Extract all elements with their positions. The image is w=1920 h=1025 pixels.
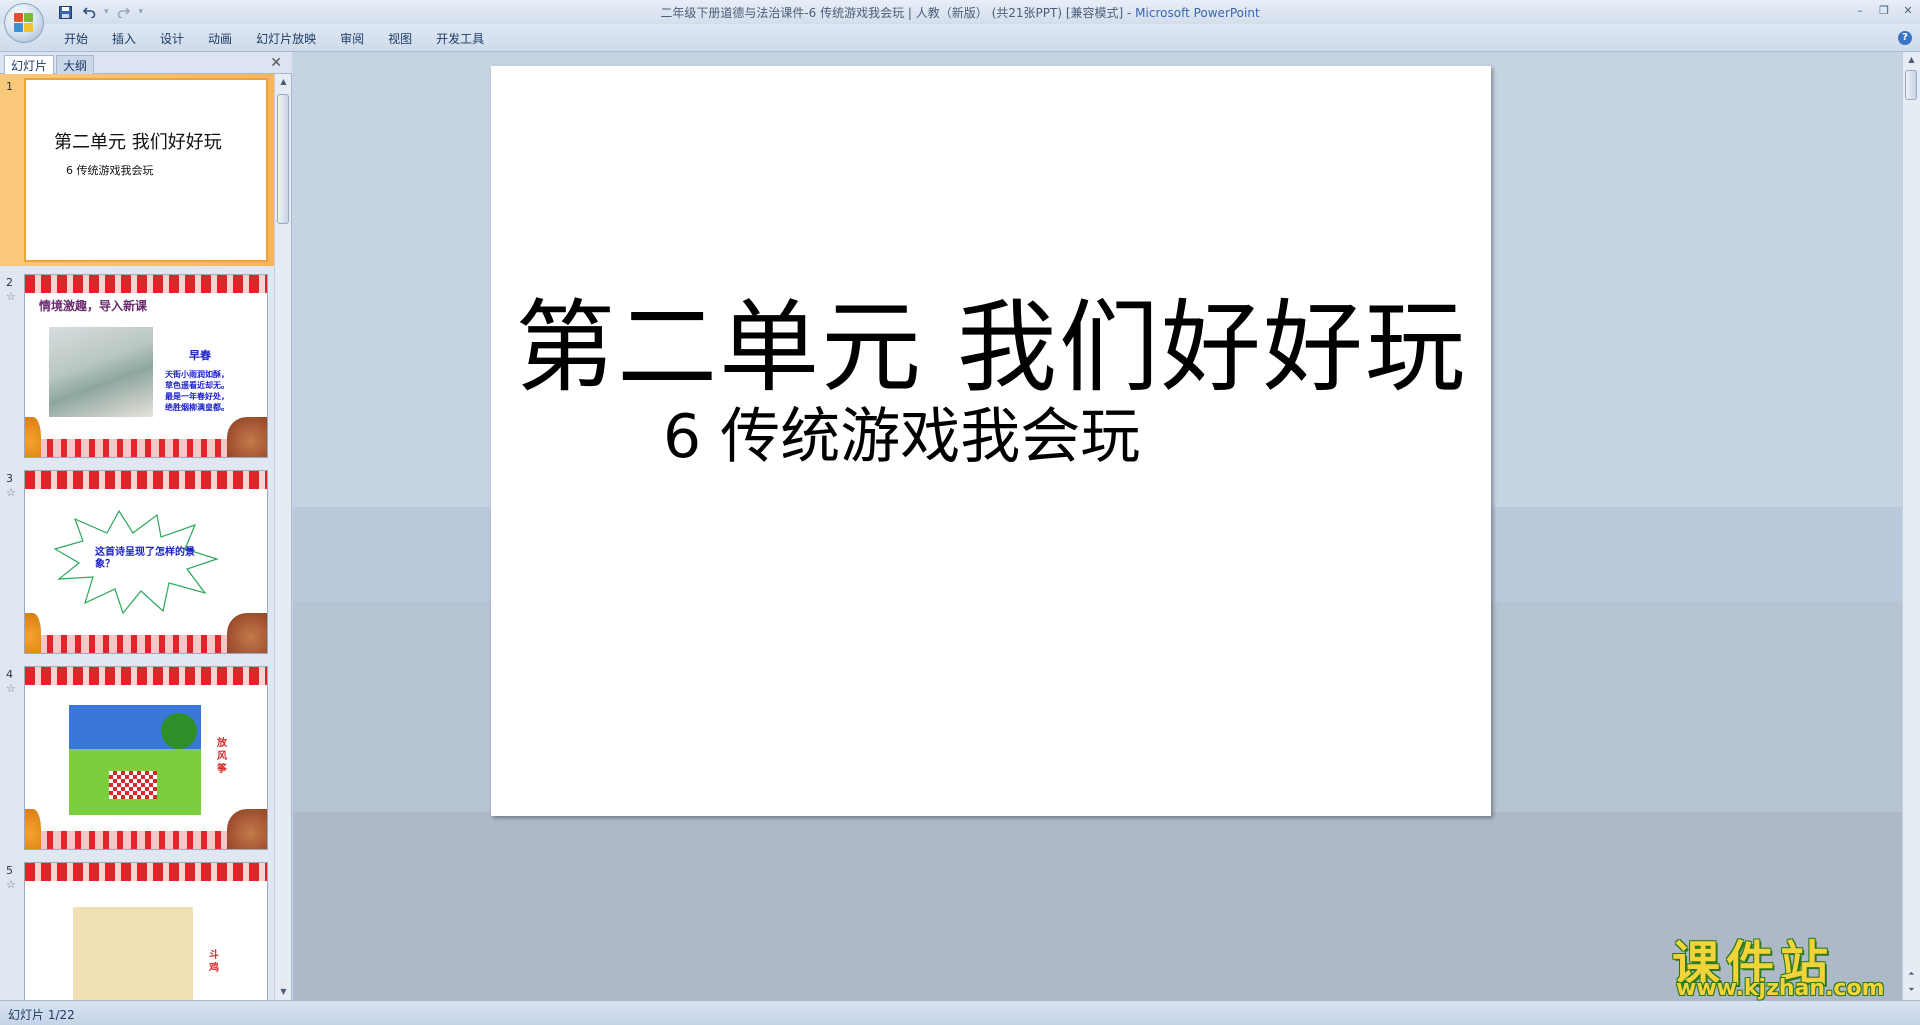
tab-home[interactable]: 开始	[52, 29, 100, 48]
slide-thumbnail-5[interactable]: 5 ☆ 斗鸡	[0, 858, 274, 1000]
panel-tabs: 幻灯片 大纲 ✕	[0, 52, 292, 74]
office-button[interactable]	[4, 3, 44, 43]
thumb-title: 情境激趣，导入新课	[39, 299, 148, 313]
next-slide-icon[interactable]: ⏷	[1903, 982, 1920, 998]
thumb-label: 斗鸡	[209, 950, 219, 974]
tab-slides[interactable]: 幻灯片	[4, 55, 55, 74]
slide-preview: 第二单元 我们好好玩 6 传统游戏我会玩	[24, 78, 268, 262]
help-icon[interactable]: ?	[1898, 31, 1912, 45]
slide-counter: 幻灯片 1/22	[8, 1008, 75, 1022]
tab-developer[interactable]: 开发工具	[424, 29, 496, 48]
animation-star-icon: ☆	[6, 878, 16, 891]
poem-line: 天街小雨润如酥，	[165, 370, 229, 379]
current-slide[interactable]: 第二单元 我们好好玩 6 传统游戏我会玩	[491, 66, 1491, 816]
decorative-corner-image	[227, 613, 267, 653]
slide-number: 1	[6, 80, 13, 93]
window-controls: – ❐ ✕	[1848, 0, 1920, 20]
window-title-doc: 二年级下册道德与法治课件-6 传统游戏我会玩 | 人教（新版） (共21张PPT…	[660, 6, 1136, 20]
slide-preview: 情境激趣，导入新课 早春 天街小雨润如酥， 草色遥看近却无。 最是一年春好处， …	[24, 274, 268, 458]
panel-close-icon[interactable]: ✕	[270, 55, 282, 71]
thumb-title: 第二单元 我们好好玩	[54, 132, 222, 153]
close-button[interactable]: ✕	[1896, 0, 1920, 20]
slide-thumbnails: 1 第二单元 我们好好玩 6 传统游戏我会玩 2 ☆ 情境激趣，导入新课 早春 …	[0, 74, 274, 1000]
minimize-button[interactable]: –	[1848, 0, 1872, 20]
tab-design[interactable]: 设计	[148, 29, 196, 48]
slides-panel: 幻灯片 大纲 ✕ 1 第二单元 我们好好玩 6 传统游戏我会玩 2 ☆ 情境激趣…	[0, 52, 292, 1000]
landscape-painting-image	[49, 327, 153, 417]
decorative-border-top	[25, 275, 267, 293]
decorative-border-top	[25, 667, 267, 685]
tab-review[interactable]: 审阅	[328, 29, 376, 48]
children-game-image	[73, 907, 193, 1000]
tab-outline[interactable]: 大纲	[56, 55, 95, 74]
slide-number: 5	[6, 864, 13, 877]
slides-panel-scrollbar[interactable]: ▲ ▼	[274, 74, 291, 1000]
animation-star-icon: ☆	[6, 682, 16, 695]
tab-insert[interactable]: 插入	[100, 29, 148, 48]
ribbon-tab-bar: 开始 插入 设计 动画 幻灯片放映 审阅 视图 开发工具 ?	[0, 24, 1920, 52]
poem-text: 天街小雨润如酥， 草色遥看近却无。 最是一年春好处， 绝胜烟柳满皇都。	[165, 369, 245, 413]
tab-animations[interactable]: 动画	[196, 29, 244, 48]
slide-editor: 第二单元 我们好好玩 6 传统游戏我会玩	[293, 52, 1902, 1000]
slide-preview: 放风筝	[24, 666, 268, 850]
scrollbar-thumb[interactable]	[277, 94, 289, 224]
thumb-label: 放风筝	[217, 738, 227, 775]
title-bar: ▾ ▾ 二年级下册道德与法治课件-6 传统游戏我会玩 | 人教（新版） (共21…	[0, 0, 1920, 43]
animation-star-icon: ☆	[6, 290, 16, 303]
slide-thumbnail-2[interactable]: 2 ☆ 情境激趣，导入新课 早春 天街小雨润如酥， 草色遥看近却无。 最是一年春…	[0, 270, 274, 462]
window-title: 二年级下册道德与法治课件-6 传统游戏我会玩 | 人教（新版） (共21张PPT…	[0, 4, 1920, 21]
scroll-up-icon[interactable]: ▲	[1903, 52, 1920, 68]
scroll-up-icon[interactable]: ▲	[275, 74, 292, 90]
kite-flying-image	[69, 705, 201, 815]
poem-line: 草色遥看近却无。	[165, 381, 229, 390]
thumb-subtitle: 6 传统游戏我会玩	[66, 164, 154, 177]
tab-view[interactable]: 视图	[376, 29, 424, 48]
slide-number: 3	[6, 472, 13, 485]
animation-star-icon: ☆	[6, 486, 16, 499]
slide-thumbnail-3[interactable]: 3 ☆ 这首诗呈现了怎样的景象？	[0, 466, 274, 658]
poem-line: 绝胜烟柳满皇都。	[165, 403, 229, 412]
slide-preview: 斗鸡	[24, 862, 268, 1000]
ribbon-tabs: 开始 插入 设计 动画 幻灯片放映 审阅 视图 开发工具	[52, 29, 496, 48]
decorative-border-top	[25, 863, 267, 881]
scroll-down-icon[interactable]: ▼	[275, 984, 292, 1000]
picnic-cloth-shape	[109, 771, 157, 799]
decorative-corner-image	[25, 613, 41, 653]
slide-number: 4	[6, 668, 13, 681]
slide-number: 2	[6, 276, 13, 289]
slide-thumbnail-4[interactable]: 4 ☆ 放风筝	[0, 662, 274, 854]
slide-preview: 这首诗呈现了怎样的景象？	[24, 470, 268, 654]
editor-scrollbar[interactable]: ▲ ⏶ ⏷	[1902, 52, 1920, 1000]
decorative-corner-image	[227, 417, 267, 457]
window-title-app: Microsoft PowerPoint	[1135, 6, 1260, 20]
decorative-border-top	[25, 471, 267, 489]
site-watermark-logo: 课件站 www.kjzhan.com	[1656, 924, 1904, 1004]
poem-line: 最是一年春好处，	[165, 392, 229, 401]
scrollbar-thumb[interactable]	[1905, 70, 1917, 100]
poem-title: 早春	[189, 349, 211, 362]
status-bar: 幻灯片 1/22	[0, 1000, 1920, 1025]
slide-subtitle[interactable]: 6 传统游戏我会玩	[663, 388, 1140, 475]
question-text: 这首诗呈现了怎样的景象？	[95, 547, 195, 570]
slide-thumbnail-1[interactable]: 1 第二单元 我们好好玩 6 传统游戏我会玩	[0, 74, 274, 266]
restore-button[interactable]: ❐	[1872, 0, 1896, 20]
decorative-corner-image	[227, 809, 267, 849]
office-logo-icon	[14, 13, 34, 33]
previous-slide-icon[interactable]: ⏶	[1903, 966, 1920, 982]
watermark-url: www.kjzhan.com	[1676, 976, 1885, 1001]
decorative-corner-image	[25, 417, 41, 457]
tree-shape	[161, 713, 197, 749]
decorative-corner-image	[25, 809, 41, 849]
tab-slideshow[interactable]: 幻灯片放映	[244, 29, 328, 48]
